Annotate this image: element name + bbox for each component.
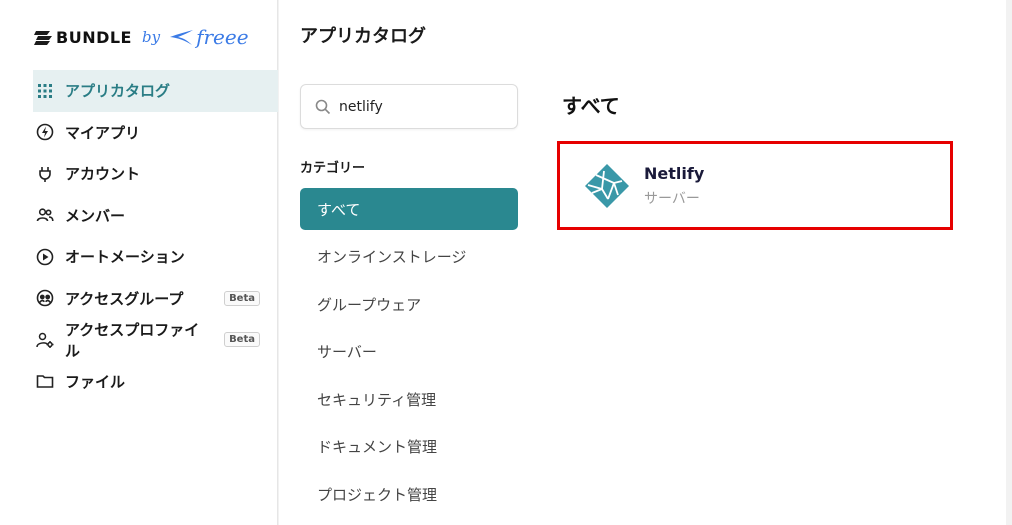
sidebar-item-my-apps[interactable]: マイアプリ	[33, 112, 278, 154]
search-icon	[315, 99, 331, 114]
group-face-icon	[35, 288, 55, 308]
sidebar: BUNDLE by freee アプリカタログ マイアプリ アカウント メンバー…	[0, 0, 278, 525]
logo-by-text: by	[141, 28, 161, 46]
category-title: カテゴリー	[300, 161, 366, 176]
sidebar-item-label: アクセスプロファイル	[64, 320, 200, 360]
app-name: Netlify	[644, 163, 705, 183]
category-security[interactable]: セキュリティ管理	[300, 378, 518, 420]
beta-badge: Beta	[224, 332, 260, 348]
grid-icon	[35, 81, 55, 101]
freee-bird-icon	[170, 30, 194, 45]
category-online-storage[interactable]: オンラインストレージ	[300, 236, 518, 278]
logo-bundle-text: BUNDLE	[56, 27, 132, 47]
category-list: すべて オンラインストレージ グループウェア サーバー セキュリティ管理 ドキュ…	[300, 188, 518, 521]
bolt-circle-icon	[35, 122, 55, 142]
sidebar-item-app-catalog[interactable]: アプリカタログ	[33, 70, 278, 112]
sidebar-item-label: メンバー	[65, 206, 126, 225]
section-title: すべて	[562, 94, 620, 118]
sidebar-item-label: マイアプリ	[65, 123, 141, 142]
sidebar-item-members[interactable]: メンバー	[33, 195, 278, 237]
right-gutter	[1006, 0, 1012, 525]
sidebar-item-label: ファイル	[65, 372, 126, 391]
bundle-logo-icon	[34, 31, 52, 45]
sidebar-item-files[interactable]: ファイル	[33, 361, 278, 403]
sidebar-item-access-group[interactable]: アクセスグループ Beta	[33, 278, 278, 320]
category-server[interactable]: サーバー	[300, 331, 518, 373]
netlify-logo-icon	[585, 163, 629, 208]
app-card-netlify[interactable]: Netlify サーバー	[557, 141, 953, 230]
category-document[interactable]: ドキュメント管理	[300, 426, 518, 468]
folder-icon	[35, 371, 55, 391]
sidebar-item-label: アプリカタログ	[65, 82, 171, 101]
category-project[interactable]: プロジェクト管理	[300, 473, 518, 515]
sidebar-item-label: アクセスグループ	[65, 289, 184, 308]
app-card-text: Netlify サーバー	[644, 164, 704, 208]
sidebar-item-automation[interactable]: オートメーション	[33, 236, 278, 278]
bundle-logo[interactable]: BUNDLE by freee	[34, 22, 249, 52]
play-circle-icon	[35, 247, 55, 267]
logo-freee-text: freee	[196, 25, 249, 49]
sidebar-nav: アプリカタログ マイアプリ アカウント メンバー オートメーション アクセスグル…	[33, 70, 278, 402]
page-title: アプリカタログ	[300, 26, 426, 47]
sidebar-item-label: アカウント	[65, 165, 141, 184]
sidebar-item-account[interactable]: アカウント	[33, 153, 278, 195]
category-groupware[interactable]: グループウェア	[300, 283, 518, 325]
search-box[interactable]	[300, 84, 518, 129]
sidebar-item-label: オートメーション	[65, 248, 185, 267]
app-category: サーバー	[644, 190, 700, 207]
category-all[interactable]: すべて	[300, 188, 518, 230]
sidebar-item-access-profile[interactable]: アクセスプロファイル Beta	[33, 319, 278, 361]
plug-icon	[35, 164, 55, 184]
search-input[interactable]	[339, 98, 499, 115]
beta-badge: Beta	[224, 290, 260, 306]
main-content: アプリカタログ カテゴリー すべて オンラインストレージ グループウェア サーバ…	[279, 0, 1012, 525]
user-gear-icon	[35, 330, 55, 350]
users-icon	[35, 205, 55, 225]
